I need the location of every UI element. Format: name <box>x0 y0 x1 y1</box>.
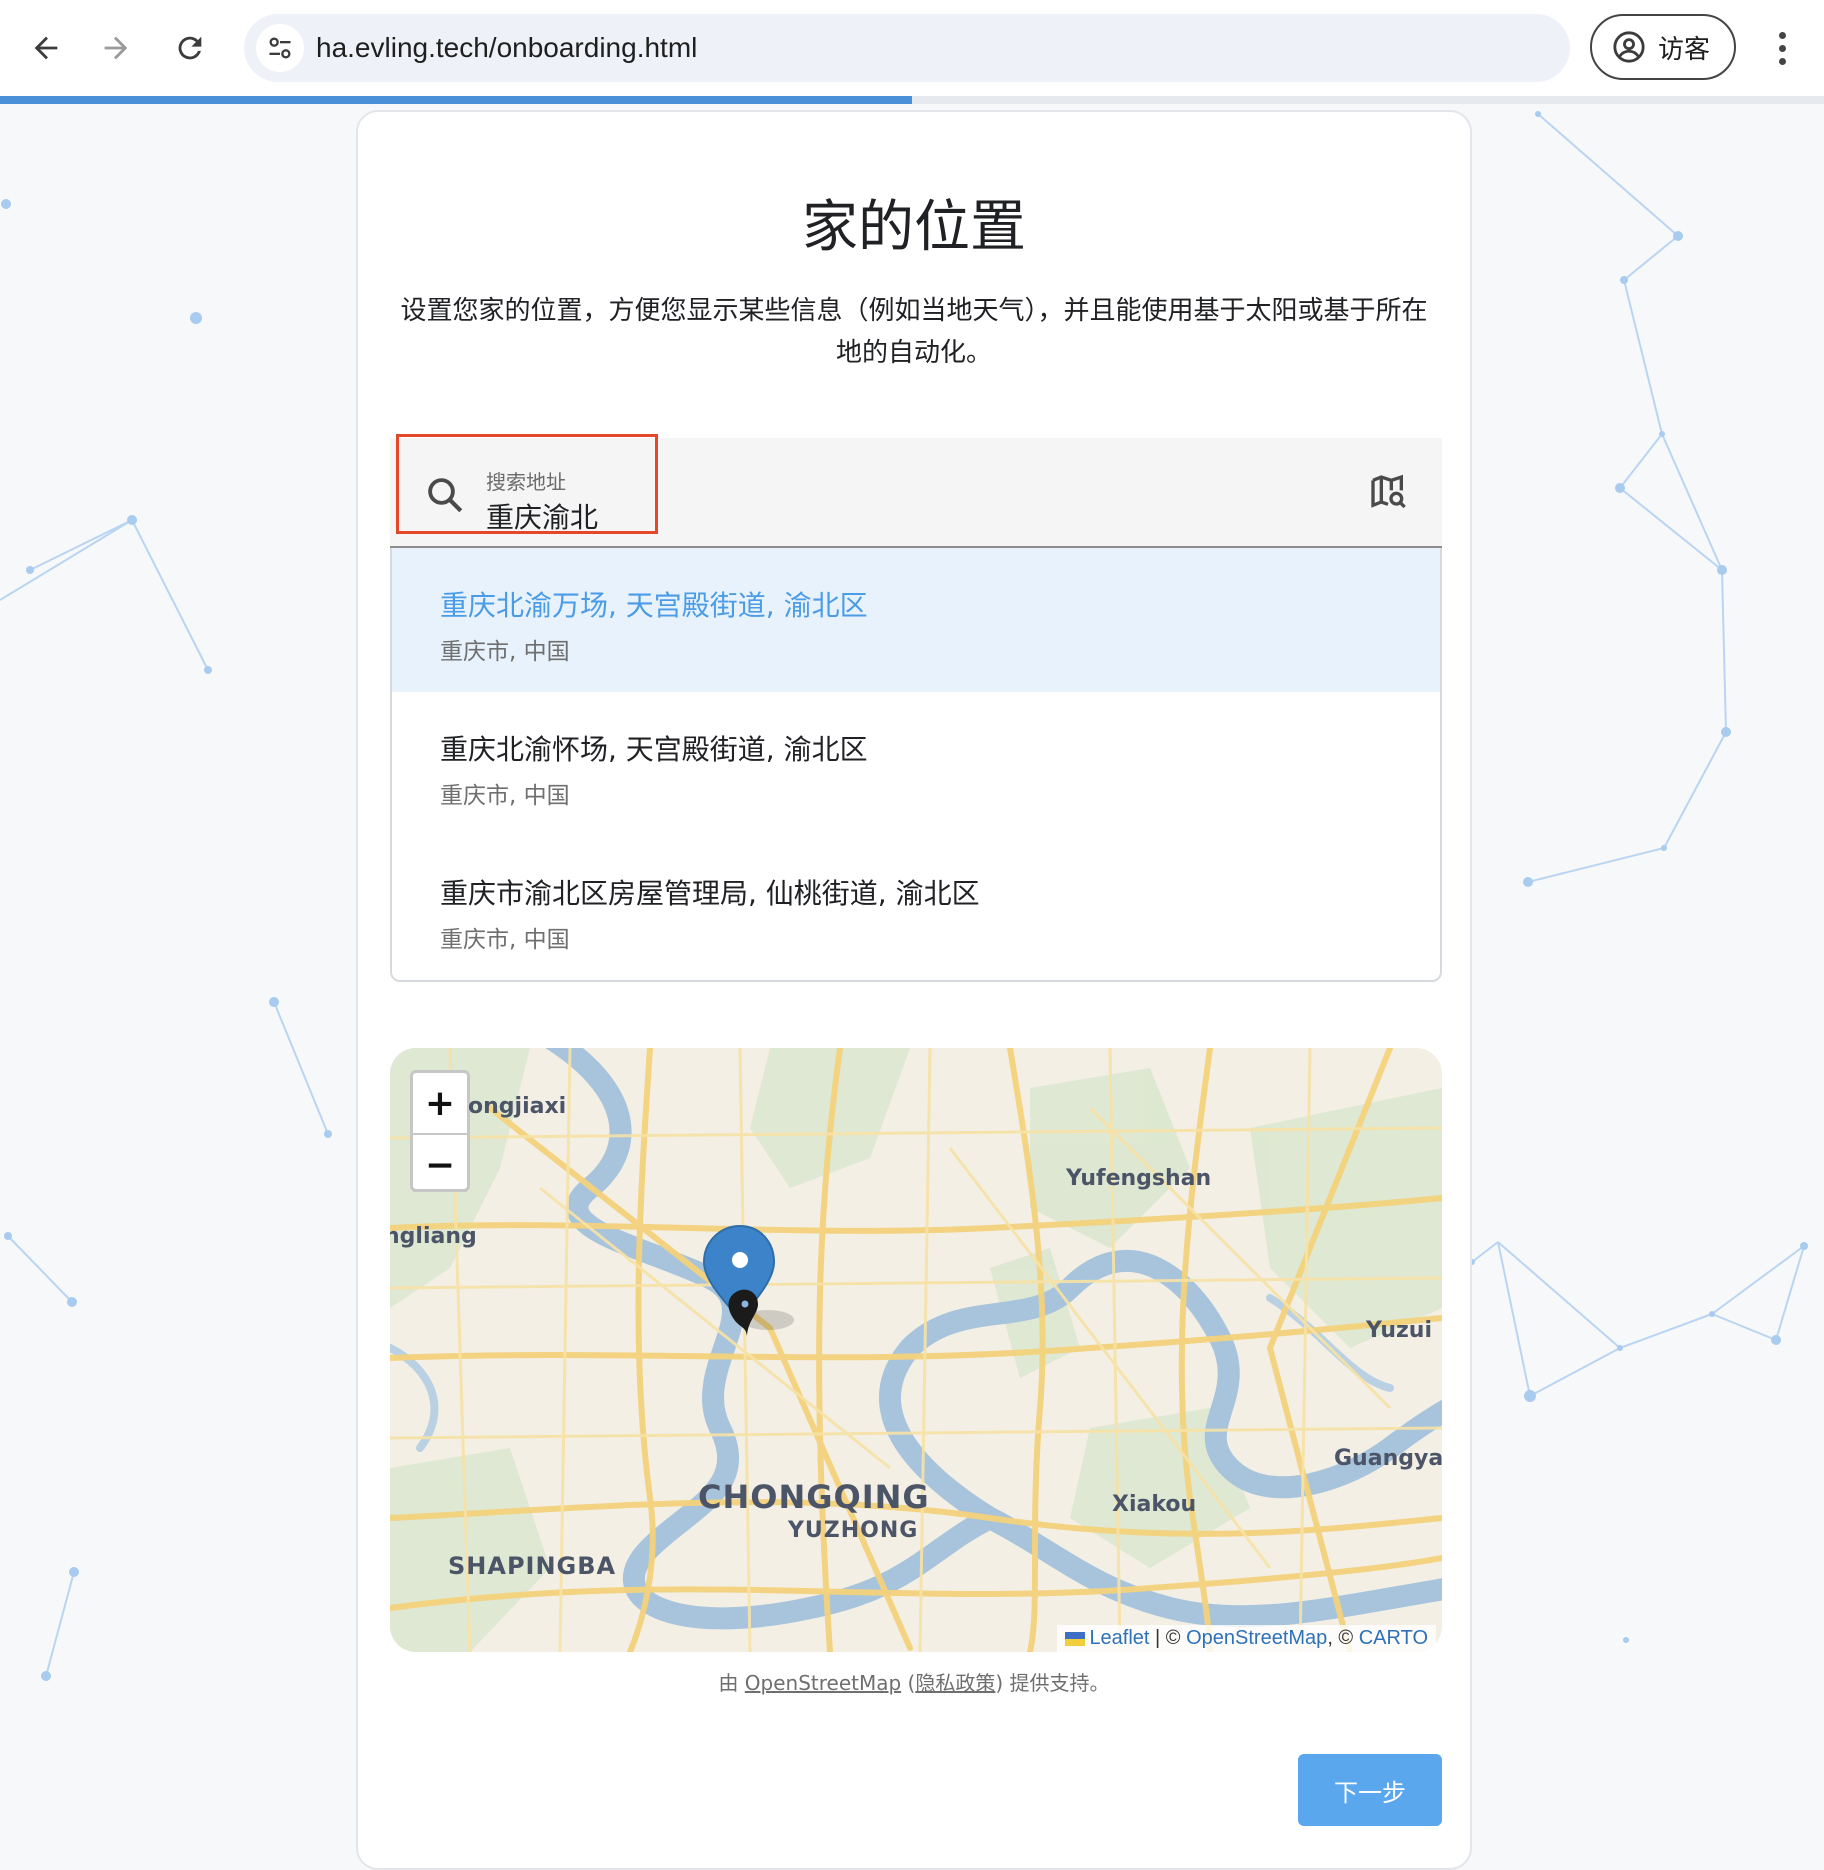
url-text[interactable]: ha.evling.tech/onboarding.html <box>316 32 697 64</box>
map-place-label: CHONGQING <box>698 1478 930 1516</box>
search-label: 搜索地址 <box>486 470 566 494</box>
back-button[interactable] <box>18 20 74 76</box>
search-result-item[interactable]: 重庆市渝北区房屋管理局, 仙桃街道, 渝北区 重庆市, 中国 <box>392 836 1440 980</box>
location-map[interactable]: + − ongjiaxi Yufengshan ngliang Yuzui Gu… <box>390 1048 1442 1652</box>
privacy-policy-link[interactable]: 隐私政策 <box>915 1671 995 1695</box>
zoom-in-button[interactable]: + <box>413 1073 467 1135</box>
arrow-left-icon <box>34 36 58 60</box>
map-place-label: ngliang <box>390 1224 477 1249</box>
site-info-button[interactable] <box>256 24 304 72</box>
map-place-label: ongjiaxi <box>468 1094 567 1119</box>
result-secondary-text: 重庆市, 中国 <box>440 783 570 809</box>
leaflet-link[interactable]: Leaflet <box>1089 1627 1149 1649</box>
carto-link[interactable]: CARTO <box>1359 1627 1428 1649</box>
map-place-label: Xiakou <box>1112 1492 1197 1517</box>
profile-label: 访客 <box>1658 34 1711 65</box>
powered-by-note: 由 OpenStreetMap (隐私政策) 提供支持。 <box>358 1667 1470 1696</box>
reload-icon <box>178 36 202 60</box>
result-primary-text: 重庆市渝北区房屋管理局, 仙桃街道, 渝北区 <box>440 877 980 910</box>
zoom-out-button[interactable]: − <box>413 1135 467 1195</box>
osm-powered-link[interactable]: OpenStreetMap <box>745 1671 901 1695</box>
ukraine-flag-icon <box>1065 1631 1086 1646</box>
search-result-item[interactable]: 重庆北渝万场, 天宫殿街道, 渝北区 重庆市, 中国 <box>392 548 1440 692</box>
profile-button[interactable]: 访客 <box>1590 14 1736 80</box>
search-icon <box>428 478 463 513</box>
powered-suffix: ) 提供支持。 <box>995 1671 1110 1695</box>
tune-icon <box>269 37 291 59</box>
powered-paren: ( <box>901 1671 916 1695</box>
zoom-control: + − <box>410 1070 470 1192</box>
map-place-label: SHAPINGBA <box>448 1552 617 1580</box>
result-primary-text: 重庆北渝怀场, 天宫殿街道, 渝北区 <box>440 733 868 766</box>
result-secondary-text: 重庆市, 中国 <box>440 639 570 665</box>
search-results-list: 重庆北渝万场, 天宫殿街道, 渝北区 重庆市, 中国 重庆北渝怀场, 天宫殿街道… <box>390 548 1442 982</box>
search-input[interactable]: 重庆渝北 <box>486 496 598 536</box>
browser-toolbar: ha.evling.tech/onboarding.html 访客 <box>0 0 1824 96</box>
page-title: 家的位置 <box>802 195 1026 260</box>
address-bar[interactable]: ha.evling.tech/onboarding.html <box>244 14 1570 82</box>
reload-button[interactable] <box>162 20 218 76</box>
map-place-label: Yuzui <box>1366 1318 1432 1343</box>
map-place-label: Yufengshan <box>1066 1166 1212 1191</box>
next-button[interactable]: 下一步 <box>1298 1754 1442 1826</box>
arrow-right-icon <box>104 36 128 60</box>
account-circle-icon <box>1613 31 1645 63</box>
search-result-item[interactable]: 重庆北渝怀场, 天宫殿街道, 渝北区 重庆市, 中国 <box>392 692 1440 836</box>
onboarding-progress-bar <box>0 96 1824 104</box>
result-secondary-text: 重庆市, 中国 <box>440 927 570 953</box>
map-search-icon[interactable] <box>1368 472 1408 512</box>
onboarding-card: 家的位置 设置您家的位置，方便您显示某些信息（例如当地天气），并且能使用基于太阳… <box>356 110 1472 1870</box>
page-description: 设置您家的位置，方便您显示某些信息（例如当地天气），并且能使用基于太阳或基于所在… <box>400 296 1428 368</box>
osm-link[interactable]: OpenStreetMap <box>1186 1627 1327 1649</box>
powered-prefix: 由 <box>718 1671 745 1695</box>
result-primary-text: 重庆北渝万场, 天宫殿街道, 渝北区 <box>440 589 868 622</box>
map-place-label: YUZHONG <box>788 1518 919 1543</box>
more-vert-icon[interactable] <box>1762 28 1802 68</box>
progress-fill <box>0 96 912 104</box>
attribution-separator: , © <box>1327 1627 1359 1649</box>
address-search-field[interactable]: 搜索地址 重庆渝北 <box>390 434 1442 548</box>
attribution-separator: | © <box>1149 1627 1187 1649</box>
forward-button[interactable] <box>88 20 144 76</box>
map-place-label: Guangyan <box>1334 1446 1442 1471</box>
map-attribution: Leaflet | © OpenStreetMap, © CARTO <box>1057 1625 1436 1652</box>
